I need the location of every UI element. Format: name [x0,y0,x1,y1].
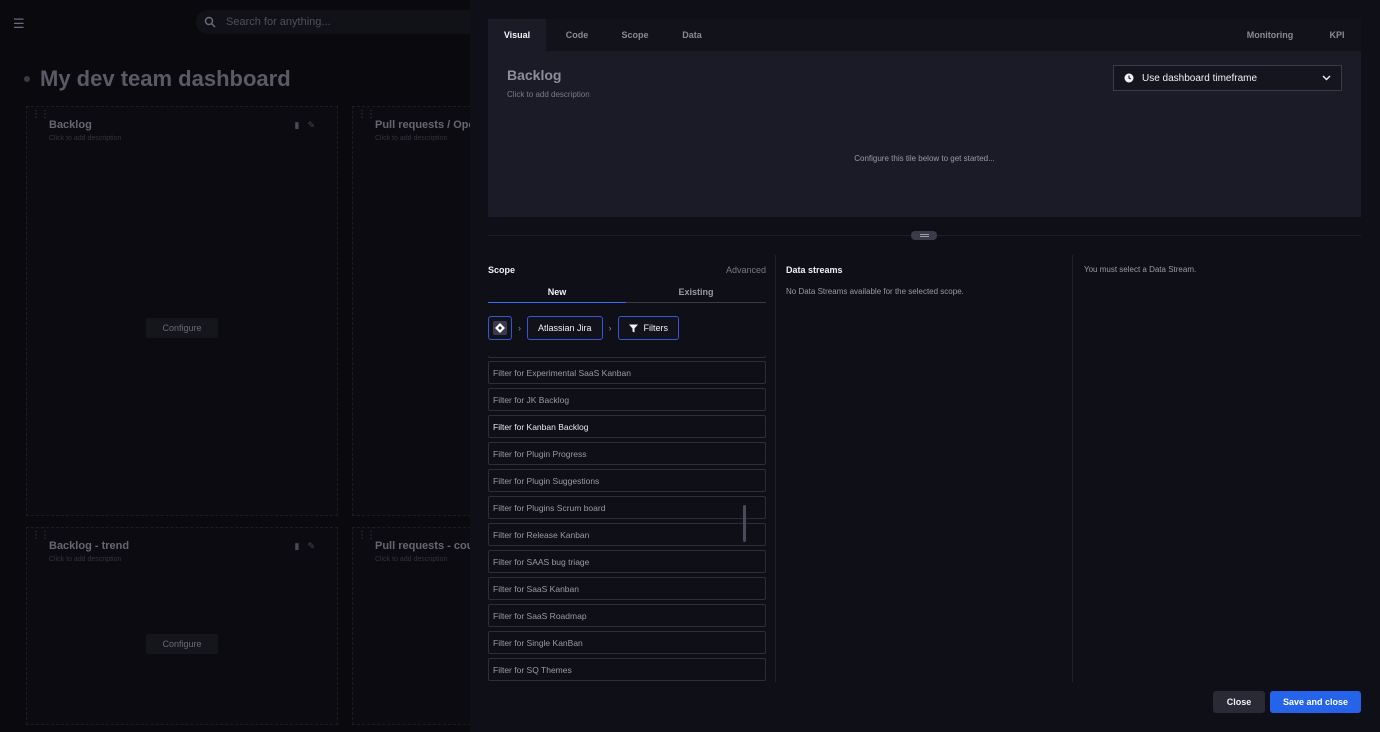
preview-empty-message: Configure this tile below to get started… [854,154,995,163]
editor-tabs: Visual Code Scope Data Monitoring KPI [488,19,1361,51]
drag-handle-icon[interactable]: ⋮⋮ [31,530,50,541]
clock-icon [1124,73,1134,83]
scope-tab-new[interactable]: New [488,281,626,303]
chevron-right-icon: › [608,323,612,333]
list-item[interactable]: Filter for SQ Themes [488,658,766,681]
list-item[interactable]: Filter for SaaS Roadmap [488,604,766,627]
list-item[interactable]: Filter for JK Backlog [488,388,766,411]
search-icon [204,16,216,28]
advanced-link[interactable]: Advanced [726,265,766,275]
list-item[interactable]: Filter for Kanban Backlog [488,415,766,438]
tile-description: Click to add description [375,556,448,563]
timeframe-dropdown[interactable]: Use dashboard timeframe [1113,65,1342,91]
scope-breadcrumb: › Atlassian Jira › Filters [488,316,680,340]
crumb-label: Atlassian Jira [538,323,592,333]
tile-title: Pull requests - cour [375,540,470,552]
dashboard-title: My dev team dashboard [24,66,291,92]
list-item[interactable]: Filter for SAAS bug triage [488,550,766,573]
global-search[interactable]: Search for anything... [196,10,470,34]
drag-handle-icon[interactable]: ⋮⋮ [357,530,376,541]
column-divider [1072,255,1073,682]
tab-visual[interactable]: Visual [488,19,546,51]
list-item[interactable]: Filter for Plugin Suggestions [488,469,766,492]
preview-title[interactable]: Backlog [507,67,561,83]
resize-handle-icon[interactable] [911,231,937,240]
column-divider [775,255,776,682]
tile-title: Backlog - trend [49,540,130,552]
jira-diamond-icon [493,321,507,335]
tile-backlog-trend[interactable]: ⋮⋮ Backlog - trend Click to add descript… [26,527,338,725]
crumb-label: Filters [643,323,669,333]
tab-code[interactable]: Code [550,19,604,51]
drag-handle-icon[interactable]: ⋮⋮ [357,109,376,120]
tile-description: Click to add description [375,135,448,142]
tile-description: Click to add description [49,135,122,142]
configure-button[interactable]: Configure [146,634,218,654]
list-item[interactable]: Filter for Plugin Progress [488,442,766,465]
tile-preview: Backlog Click to add description Use das… [488,51,1361,217]
list-item[interactable]: Filter for Plugins Scrum board [488,496,766,519]
select-stream-message: You must select a Data Stream. [1084,265,1197,274]
dashboard-background: ☰ Search for anything... My dev team das… [0,0,470,732]
dashboard-title-text: My dev team dashboard [40,66,291,91]
list-item[interactable]: Filter for SaaS Kanban [488,577,766,600]
tile-editor-panel: Visual Code Scope Data Monitoring KPI Ba… [470,0,1380,732]
configure-button[interactable]: Configure [146,318,218,338]
data-streams-heading: Data streams [786,265,843,275]
list-item[interactable]: Filter for Single KanBan [488,631,766,654]
filter-list-scrollbar[interactable] [743,505,746,542]
tile-title: Pull requests / Ope [375,119,470,131]
filter-list: Filter for Experimental SaaS Kanban Filt… [488,356,766,682]
crumb-home[interactable] [488,316,512,340]
scope-section: Scope Advanced New Existing › Atlassian … [488,262,766,682]
tab-kpi[interactable]: KPI [1313,19,1361,51]
list-item[interactable]: Filter for Release Kanban [488,523,766,546]
crumb-filters[interactable]: Filters [617,316,680,340]
list-item[interactable]: Filter for Experimental SaaS Kanban [488,361,766,384]
title-dot-icon [24,76,30,82]
tab-data[interactable]: Data [666,19,718,51]
tile-backlog[interactable]: ⋮⋮ Backlog Click to add description ▮ ✎ C… [26,106,338,516]
pencil-icon[interactable]: ✎ [307,541,315,552]
tile-pull-requests-open[interactable]: ⋮⋮ Pull requests / Ope Click to add desc… [352,106,470,516]
preview-description[interactable]: Click to add description [507,90,590,99]
drag-handle-icon[interactable]: ⋮⋮ [31,109,50,120]
trash-icon[interactable]: ▮ [295,120,300,131]
search-placeholder: Search for anything... [226,16,331,28]
hamburger-menu-icon[interactable]: ☰ [13,16,25,32]
scope-heading: Scope [488,265,516,275]
list-item[interactable] [488,356,766,358]
tab-monitoring[interactable]: Monitoring [1230,19,1310,51]
save-and-close-button[interactable]: Save and close [1270,691,1361,713]
tile-pull-requests-count[interactable]: ⋮⋮ Pull requests - cour Click to add des… [352,527,470,725]
trash-icon[interactable]: ▮ [295,541,300,552]
chevron-right-icon: › [518,323,521,333]
tile-title: Backlog [49,119,92,131]
tile-description: Click to add description [49,556,122,563]
scope-tab-existing[interactable]: Existing [626,281,766,303]
pencil-icon[interactable]: ✎ [307,120,315,131]
timeframe-label: Use dashboard timeframe [1142,72,1258,84]
close-button[interactable]: Close [1213,691,1265,713]
crumb-atlassian-jira[interactable]: Atlassian Jira [527,316,603,340]
chevron-down-icon [1322,75,1331,81]
filter-icon [628,324,638,332]
tab-scope[interactable]: Scope [608,19,662,51]
data-streams-empty-message: No Data Streams available for the select… [786,287,964,296]
